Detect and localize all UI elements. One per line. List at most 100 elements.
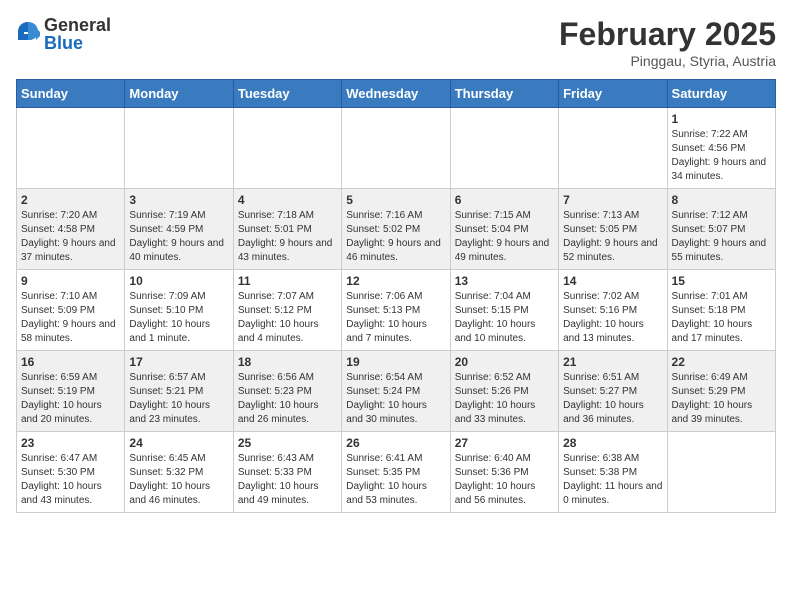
day-info: Sunrise: 6:51 AM Sunset: 5:27 PM Dayligh… bbox=[563, 371, 662, 427]
day-info: Sunrise: 7:07 AM Sunset: 5:12 PM Dayligh… bbox=[238, 290, 337, 346]
calendar-cell: 7 Sunrise: 7:13 AM Sunset: 5:05 PM Daylig… bbox=[559, 189, 667, 270]
logo-icon bbox=[16, 20, 40, 48]
weekday-header-friday: Friday bbox=[559, 80, 667, 108]
day-number: 10 bbox=[129, 274, 228, 288]
day-number: 23 bbox=[21, 436, 120, 450]
day-info: Sunrise: 7:13 AM Sunset: 5:05 PM Dayligh… bbox=[563, 209, 662, 265]
day-number: 14 bbox=[563, 274, 662, 288]
day-info: Sunrise: 6:52 AM Sunset: 5:26 PM Dayligh… bbox=[455, 371, 554, 427]
weekday-header-monday: Monday bbox=[125, 80, 233, 108]
day-number: 18 bbox=[238, 355, 337, 369]
calendar-table: SundayMondayTuesdayWednesdayThursdayFrid… bbox=[16, 79, 776, 513]
day-info: Sunrise: 7:09 AM Sunset: 5:10 PM Dayligh… bbox=[129, 290, 228, 346]
calendar-cell: 25 Sunrise: 6:43 AM Sunset: 5:33 PM Dayli… bbox=[233, 432, 341, 513]
calendar-cell: 6Sunrise: 7:15 AM Sunset: 5:04 PM Daylig… bbox=[450, 189, 558, 270]
day-info: Sunrise: 7:12 AM Sunset: 5:07 PM Dayligh… bbox=[672, 209, 771, 265]
calendar-cell: 3 Sunrise: 7:19 AM Sunset: 4:59 PM Daylig… bbox=[125, 189, 233, 270]
day-number: 12 bbox=[346, 274, 445, 288]
day-number: 2 bbox=[21, 193, 120, 207]
day-number: 4 bbox=[238, 193, 337, 207]
week-row-5: 23 Sunrise: 6:47 AM Sunset: 5:30 PM Dayli… bbox=[17, 432, 776, 513]
location: Pinggau, Styria, Austria bbox=[559, 53, 776, 69]
day-number: 15 bbox=[672, 274, 771, 288]
calendar-cell: 28 Sunrise: 6:38 AM Sunset: 5:38 PM Dayli… bbox=[559, 432, 667, 513]
day-info: Sunrise: 6:38 AM Sunset: 5:38 PM Dayligh… bbox=[563, 452, 662, 508]
month-title: February 2025 bbox=[559, 16, 776, 53]
calendar-cell: 5Sunrise: 7:16 AM Sunset: 5:02 PM Daylig… bbox=[342, 189, 450, 270]
week-row-1: 1 Sunrise: 7:22 AM Sunset: 4:56 PM Daylig… bbox=[17, 108, 776, 189]
day-info: Sunrise: 7:10 AM Sunset: 5:09 PM Dayligh… bbox=[21, 290, 120, 346]
calendar-cell: 4 Sunrise: 7:18 AM Sunset: 5:01 PM Daylig… bbox=[233, 189, 341, 270]
day-info: Sunrise: 7:02 AM Sunset: 5:16 PM Dayligh… bbox=[563, 290, 662, 346]
day-number: 26 bbox=[346, 436, 445, 450]
weekday-header-wednesday: Wednesday bbox=[342, 80, 450, 108]
day-number: 25 bbox=[238, 436, 337, 450]
calendar-cell bbox=[342, 108, 450, 189]
day-number: 5 bbox=[346, 193, 445, 207]
logo-general: General bbox=[44, 16, 111, 34]
calendar-cell: 24Sunrise: 6:45 AM Sunset: 5:32 PM Dayli… bbox=[125, 432, 233, 513]
calendar-cell: 1 Sunrise: 7:22 AM Sunset: 4:56 PM Daylig… bbox=[667, 108, 775, 189]
day-number: 6 bbox=[455, 193, 554, 207]
day-info: Sunrise: 6:57 AM Sunset: 5:21 PM Dayligh… bbox=[129, 371, 228, 427]
day-number: 7 bbox=[563, 193, 662, 207]
weekday-header-row: SundayMondayTuesdayWednesdayThursdayFrid… bbox=[17, 80, 776, 108]
calendar-cell bbox=[17, 108, 125, 189]
week-row-4: 16Sunrise: 6:59 AM Sunset: 5:19 PM Dayli… bbox=[17, 351, 776, 432]
calendar-cell: 8 Sunrise: 7:12 AM Sunset: 5:07 PM Daylig… bbox=[667, 189, 775, 270]
day-number: 9 bbox=[21, 274, 120, 288]
day-info: Sunrise: 7:20 AM Sunset: 4:58 PM Dayligh… bbox=[21, 209, 120, 265]
calendar-cell: 23 Sunrise: 6:47 AM Sunset: 5:30 PM Dayli… bbox=[17, 432, 125, 513]
calendar-cell: 27 Sunrise: 6:40 AM Sunset: 5:36 PM Dayli… bbox=[450, 432, 558, 513]
day-info: Sunrise: 6:43 AM Sunset: 5:33 PM Dayligh… bbox=[238, 452, 337, 508]
weekday-header-thursday: Thursday bbox=[450, 80, 558, 108]
day-info: Sunrise: 7:06 AM Sunset: 5:13 PM Dayligh… bbox=[346, 290, 445, 346]
day-number: 13 bbox=[455, 274, 554, 288]
day-info: Sunrise: 6:47 AM Sunset: 5:30 PM Dayligh… bbox=[21, 452, 120, 508]
day-info: Sunrise: 7:01 AM Sunset: 5:18 PM Dayligh… bbox=[672, 290, 771, 346]
day-number: 11 bbox=[238, 274, 337, 288]
day-info: Sunrise: 7:19 AM Sunset: 4:59 PM Dayligh… bbox=[129, 209, 228, 265]
calendar-cell: 13 Sunrise: 7:04 AM Sunset: 5:15 PM Dayli… bbox=[450, 270, 558, 351]
title-block: February 2025 Pinggau, Styria, Austria bbox=[559, 16, 776, 69]
weekday-header-sunday: Sunday bbox=[17, 80, 125, 108]
day-info: Sunrise: 6:56 AM Sunset: 5:23 PM Dayligh… bbox=[238, 371, 337, 427]
logo: General Blue bbox=[16, 16, 111, 52]
day-info: Sunrise: 6:49 AM Sunset: 5:29 PM Dayligh… bbox=[672, 371, 771, 427]
day-number: 3 bbox=[129, 193, 228, 207]
calendar-cell bbox=[559, 108, 667, 189]
calendar-cell: 17 Sunrise: 6:57 AM Sunset: 5:21 PM Dayli… bbox=[125, 351, 233, 432]
day-number: 24 bbox=[129, 436, 228, 450]
day-number: 19 bbox=[346, 355, 445, 369]
day-info: Sunrise: 6:40 AM Sunset: 5:36 PM Dayligh… bbox=[455, 452, 554, 508]
day-number: 28 bbox=[563, 436, 662, 450]
day-number: 22 bbox=[672, 355, 771, 369]
day-number: 21 bbox=[563, 355, 662, 369]
calendar-cell: 14 Sunrise: 7:02 AM Sunset: 5:16 PM Dayli… bbox=[559, 270, 667, 351]
day-number: 8 bbox=[672, 193, 771, 207]
page-header: General Blue February 2025 Pinggau, Styr… bbox=[16, 16, 776, 69]
week-row-2: 2 Sunrise: 7:20 AM Sunset: 4:58 PM Daylig… bbox=[17, 189, 776, 270]
logo-text: General Blue bbox=[44, 16, 111, 52]
calendar-cell bbox=[450, 108, 558, 189]
day-info: Sunrise: 7:22 AM Sunset: 4:56 PM Dayligh… bbox=[672, 128, 771, 184]
logo-blue: Blue bbox=[44, 34, 111, 52]
day-info: Sunrise: 6:41 AM Sunset: 5:35 PM Dayligh… bbox=[346, 452, 445, 508]
day-info: Sunrise: 7:04 AM Sunset: 5:15 PM Dayligh… bbox=[455, 290, 554, 346]
calendar-cell: 18 Sunrise: 6:56 AM Sunset: 5:23 PM Dayli… bbox=[233, 351, 341, 432]
day-number: 17 bbox=[129, 355, 228, 369]
day-number: 27 bbox=[455, 436, 554, 450]
calendar-cell: 26 Sunrise: 6:41 AM Sunset: 5:35 PM Dayli… bbox=[342, 432, 450, 513]
day-info: Sunrise: 6:59 AM Sunset: 5:19 PM Dayligh… bbox=[21, 371, 120, 427]
calendar-cell: 22 Sunrise: 6:49 AM Sunset: 5:29 PM Dayli… bbox=[667, 351, 775, 432]
calendar-cell: 19 Sunrise: 6:54 AM Sunset: 5:24 PM Dayli… bbox=[342, 351, 450, 432]
calendar-cell: 20Sunrise: 6:52 AM Sunset: 5:26 PM Dayli… bbox=[450, 351, 558, 432]
day-info: Sunrise: 7:18 AM Sunset: 5:01 PM Dayligh… bbox=[238, 209, 337, 265]
weekday-header-saturday: Saturday bbox=[667, 80, 775, 108]
day-number: 1 bbox=[672, 112, 771, 126]
calendar-cell: 12 Sunrise: 7:06 AM Sunset: 5:13 PM Dayli… bbox=[342, 270, 450, 351]
day-info: Sunrise: 6:54 AM Sunset: 5:24 PM Dayligh… bbox=[346, 371, 445, 427]
calendar-cell: 15 Sunrise: 7:01 AM Sunset: 5:18 PM Dayli… bbox=[667, 270, 775, 351]
week-row-3: 9 Sunrise: 7:10 AM Sunset: 5:09 PM Daylig… bbox=[17, 270, 776, 351]
calendar-cell bbox=[233, 108, 341, 189]
